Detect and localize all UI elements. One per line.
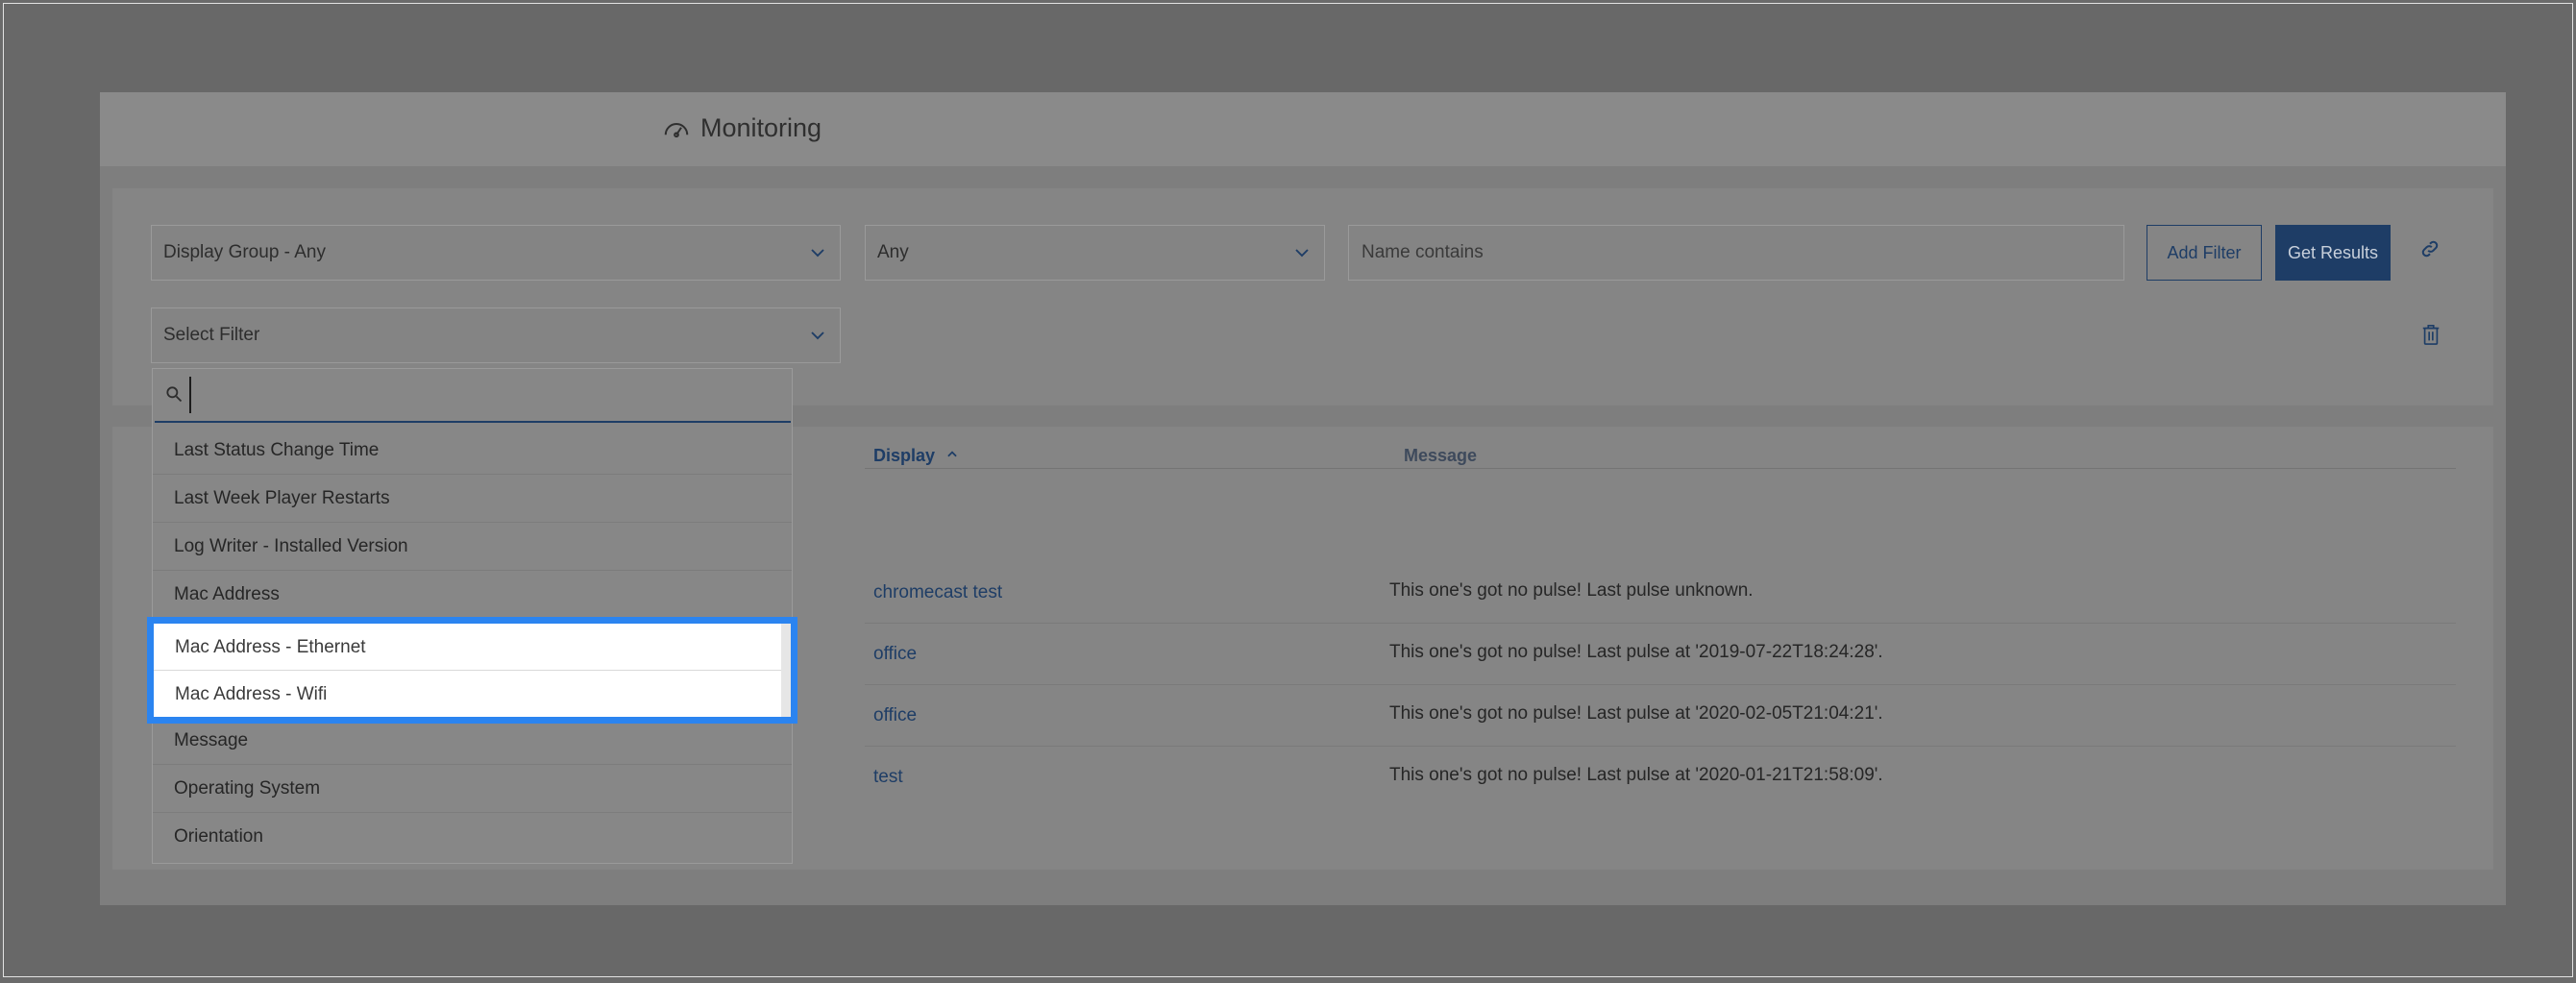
add-filter-button[interactable]: Add Filter — [2147, 225, 2262, 281]
row-divider — [865, 684, 2456, 685]
filter-option[interactable]: Last Week Player Restarts — [153, 475, 792, 523]
chevron-down-icon — [811, 332, 824, 340]
select-filter-label: Select Filter — [163, 325, 260, 345]
select-filter-dropdown[interactable]: Select Filter — [151, 307, 841, 363]
search-icon — [166, 386, 183, 403]
filter-option[interactable]: Operating System — [153, 765, 792, 813]
display-group-select[interactable]: Display Group - Any — [151, 225, 841, 281]
page-title: Monitoring — [700, 113, 822, 142]
filter-options-dropdown: Last Status Change Time Last Week Player… — [152, 368, 793, 864]
gauge-icon — [664, 122, 689, 137]
trash-icon[interactable] — [2420, 322, 2441, 347]
column-header-display-label: Display — [873, 446, 936, 465]
row-divider — [865, 623, 2456, 624]
table-header-divider — [865, 468, 2456, 469]
title-bar: Monitoring — [100, 92, 2506, 166]
table-row-message: This one's got no pulse! Last pulse at '… — [1389, 703, 1883, 724]
status-value: Any — [877, 242, 909, 262]
table-row-message: This one's got no pulse! Last pulse unkn… — [1389, 580, 1754, 601]
filter-option[interactable]: Last Status Change Time — [153, 427, 792, 475]
filter-option[interactable]: Log Writer - Installed Version — [153, 523, 792, 571]
filter-option-mac-ethernet[interactable]: Mac Address - Ethernet — [154, 624, 791, 671]
table-row-display-link[interactable]: test — [873, 767, 903, 788]
dropdown-search-input[interactable] — [189, 377, 766, 413]
table-row-display-link[interactable]: office — [873, 644, 917, 665]
chevron-down-icon — [811, 249, 824, 258]
table-row-display-link[interactable]: chromecast test — [873, 582, 1002, 603]
chevron-down-icon — [1295, 249, 1309, 258]
sort-ascending-icon — [947, 451, 957, 457]
highlighted-options: Mac Address - Ethernet Mac Address - Wif… — [147, 617, 797, 724]
row-divider — [865, 746, 2456, 747]
filter-option[interactable]: Message — [153, 717, 792, 765]
filter-option[interactable]: Orientation — [153, 813, 792, 861]
page-title-group: Monitoring — [662, 113, 822, 143]
table-row-message: This one's got no pulse! Last pulse at '… — [1389, 642, 1883, 662]
column-header-message[interactable]: Message — [1404, 446, 1477, 466]
name-contains-input[interactable]: Name contains — [1348, 225, 2124, 281]
filter-option-mac-wifi[interactable]: Mac Address - Wifi — [154, 671, 791, 718]
status-select[interactable]: Any — [865, 225, 1325, 281]
get-results-button[interactable]: Get Results — [2275, 225, 2391, 281]
column-header-display[interactable]: Display — [873, 446, 959, 466]
dropdown-scrollbar[interactable] — [781, 624, 791, 717]
link-icon[interactable] — [2419, 238, 2441, 259]
display-group-value: Display Group - Any — [163, 242, 326, 262]
table-row-display-link[interactable]: office — [873, 705, 917, 726]
table-row-message: This one's got no pulse! Last pulse at '… — [1389, 765, 1883, 785]
dropdown-search-row — [155, 369, 791, 423]
name-contains-placeholder: Name contains — [1362, 242, 1484, 262]
filter-option[interactable]: Mac Address — [153, 571, 792, 619]
